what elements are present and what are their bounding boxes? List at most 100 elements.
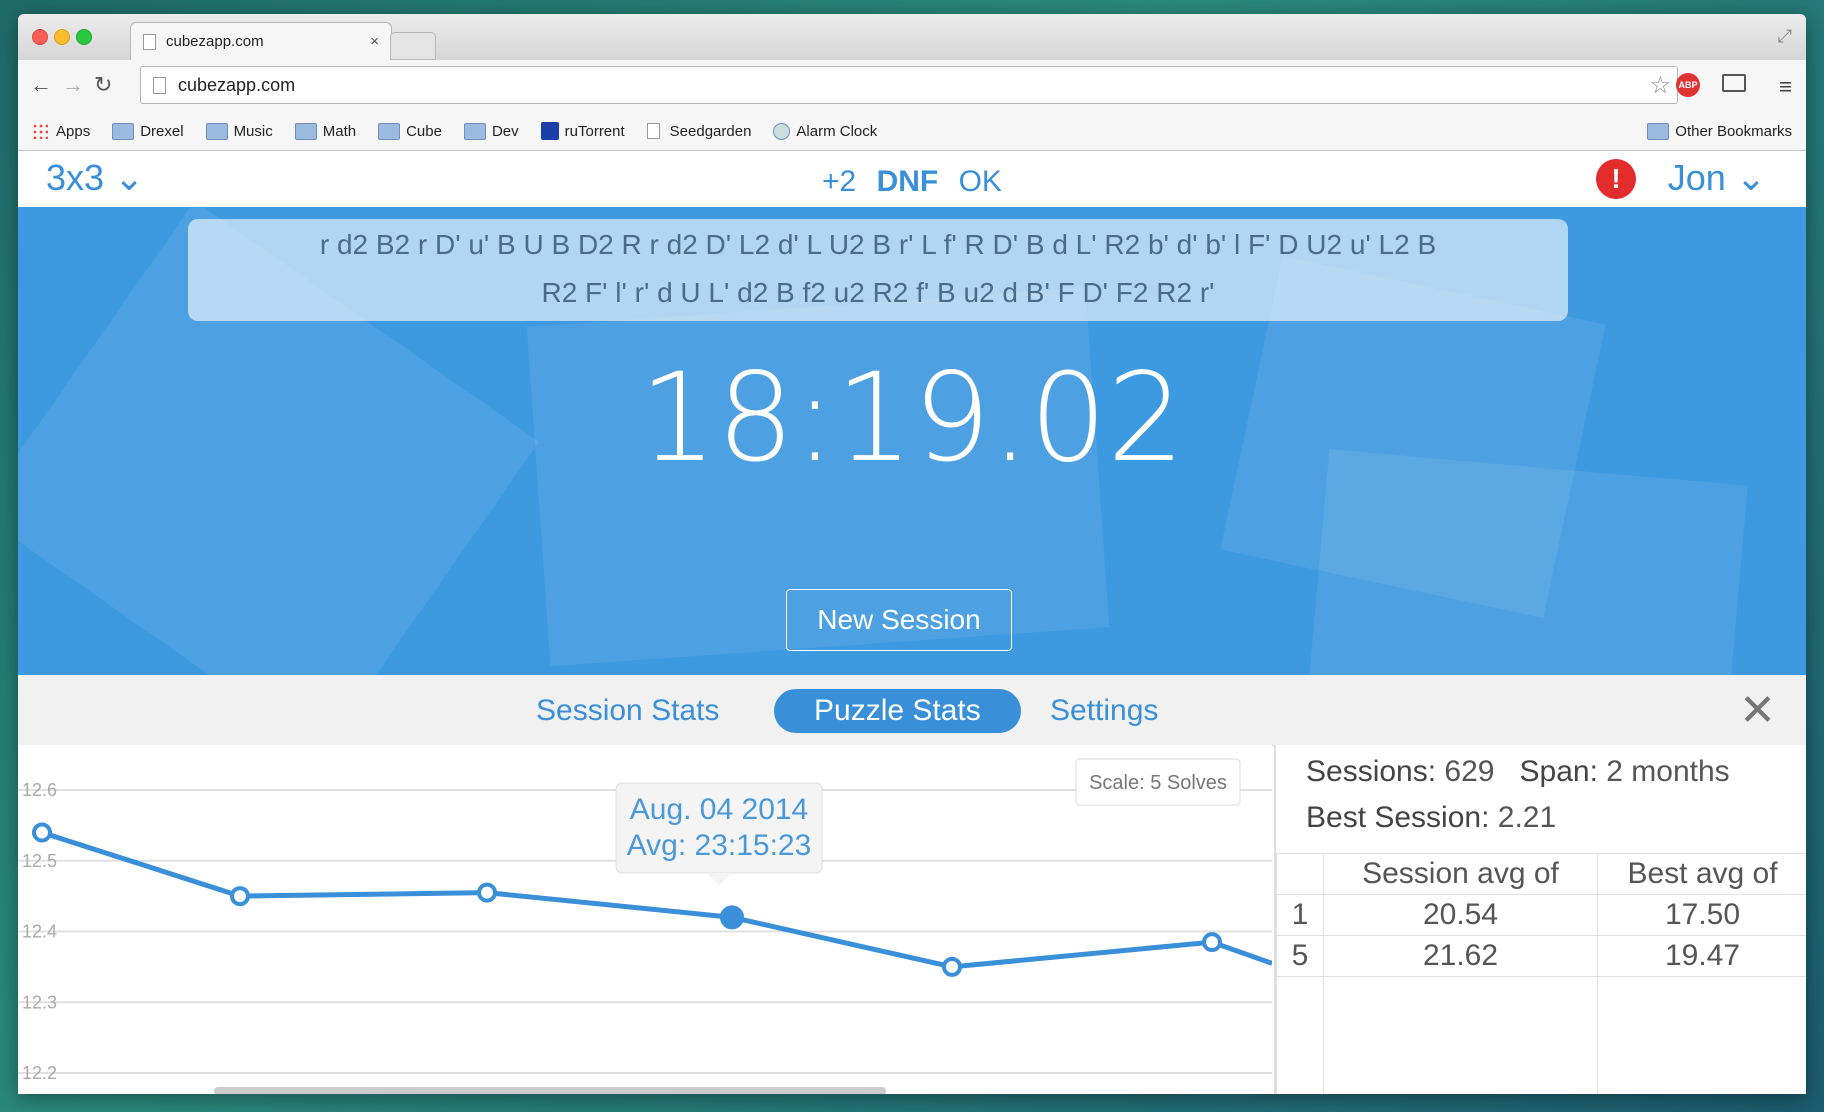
back-icon[interactable]: ←: [30, 72, 52, 98]
plus2-button[interactable]: +2: [822, 165, 856, 198]
tab-title: cubezapp.com: [166, 33, 264, 50]
timer-display: 18:19.02: [639, 347, 1185, 489]
bookmark-drexel[interactable]: Drexel: [112, 122, 184, 140]
bookmark-label: Apps: [56, 122, 91, 140]
stats-summary: Sessions: 629 Span: 2 months Best Sessio…: [1274, 745, 1806, 1094]
maximize-window-button[interactable]: [76, 29, 92, 45]
app-header: 3x3 ⌄ +2 DNF OK ! Jon ⌄: [18, 151, 1806, 207]
penalty-controls: +2 DNF OK: [18, 165, 1806, 199]
best-session-label: Best Session:: [1306, 801, 1490, 834]
tooltip-date: Aug. 04 2014: [630, 793, 809, 826]
scramble-line: r d2 B2 r D' u' B U B D2 R r d2 D' L2 d'…: [319, 229, 1437, 260]
close-icon[interactable]: ✕: [1739, 685, 1776, 736]
rutorrent-icon: [540, 122, 559, 140]
bookmark-cube[interactable]: Cube: [378, 122, 442, 140]
folder-icon: [112, 122, 135, 140]
star-icon[interactable]: ☆: [1649, 71, 1671, 100]
apps-icon: [32, 123, 48, 139]
tab-session-stats[interactable]: Session Stats: [536, 689, 719, 733]
bookmark-label: Cube: [406, 122, 442, 140]
table-cell: 20.54: [1322, 894, 1599, 936]
user-menu[interactable]: Jon ⌄: [1668, 157, 1766, 199]
puzzle-stats-graph[interactable]: 12.6 12.5 12.4 12.3 12.2 Aug. 04 2014 Avg: 23:…: [18, 745, 1273, 1094]
sessions-value: 629: [1444, 755, 1495, 788]
table-cell: 5: [1276, 935, 1324, 977]
alert-icon[interactable]: !: [1596, 159, 1636, 199]
bookmark-label: Alarm Clock: [796, 122, 878, 140]
timer-area[interactable]: r d2 B2 r D' u' B U B D2 R r d2 D' L2 d'…: [18, 207, 1806, 675]
cubezapp-app: 3x3 ⌄ +2 DNF OK ! Jon ⌄ r d2 B2 r D' u' …: [18, 151, 1806, 1094]
scramble-line: R2 F' l' r' d U L' d2 B f2 u2 R2 f' B u2…: [541, 277, 1215, 308]
table-header: [1276, 853, 1324, 895]
ok-button[interactable]: OK: [959, 165, 1002, 198]
y-tick-label: 12.4: [22, 922, 57, 942]
tab-close-icon[interactable]: ×: [370, 33, 379, 50]
table-cell: [1597, 976, 1806, 1094]
menu-icon[interactable]: ≡: [1779, 74, 1792, 100]
forward-icon[interactable]: →: [62, 72, 84, 98]
data-point[interactable]: [720, 905, 744, 930]
title-bar: cubezapp.com × ⤢: [18, 14, 1806, 60]
bookmark-math[interactable]: Math: [294, 122, 357, 140]
new-tab-button[interactable]: [390, 32, 436, 60]
data-point[interactable]: [1202, 932, 1222, 953]
folder-icon: [205, 122, 228, 140]
browser-tab[interactable]: cubezapp.com ×: [130, 22, 392, 60]
bookmark-label: Other Bookmarks: [1675, 122, 1792, 140]
span-value: 2 months: [1606, 755, 1730, 788]
bookmark-alarm-clock[interactable]: Alarm Clock: [773, 122, 878, 140]
table-cell: [1276, 976, 1324, 1094]
bookmark-label: Math: [322, 122, 357, 140]
data-point[interactable]: [230, 886, 250, 907]
other-bookmarks[interactable]: Other Bookmarks: [1647, 122, 1792, 140]
summary-line: Best Session: 2.21: [1306, 801, 1556, 835]
tab-puzzle-stats[interactable]: Puzzle Stats: [774, 689, 1021, 733]
bookmark-apps[interactable]: Apps: [32, 123, 90, 140]
cast-icon[interactable]: [1722, 74, 1746, 92]
table-header: Session avg of: [1322, 853, 1599, 895]
dnf-button[interactable]: DNF: [877, 165, 939, 198]
data-point[interactable]: [32, 822, 52, 843]
browser-toolbar: ← → ↻ cubezapp.com ☆ ABP ≡: [18, 60, 1806, 112]
data-point[interactable]: [477, 882, 497, 903]
data-point[interactable]: [942, 956, 962, 977]
table-header-row: Session avg of Best avg of: [1276, 853, 1806, 895]
reload-icon[interactable]: ↻: [94, 72, 112, 98]
y-tick-label: 12.3: [22, 992, 57, 1012]
bookmark-music[interactable]: Music: [205, 122, 273, 140]
bookmark-dev[interactable]: Dev: [463, 122, 519, 140]
new-session-button[interactable]: New Session: [786, 589, 1012, 651]
address-bar[interactable]: cubezapp.com ☆: [140, 66, 1678, 104]
table-row: [1276, 976, 1806, 1094]
table-cell: [1322, 976, 1599, 1094]
summary-line: Sessions: 629 Span: 2 months: [1306, 755, 1730, 789]
line-chart[interactable]: 12.6 12.5 12.4 12.3 12.2 Aug. 04 2014Avg: 23:…: [18, 745, 1273, 1094]
bookmark-seedgarden[interactable]: Seedgarden: [646, 122, 752, 140]
folder-icon: [294, 122, 317, 140]
folder-icon: [1647, 122, 1670, 140]
table-row: 5 21.62 19.47: [1276, 935, 1806, 977]
url-text[interactable]: cubezapp.com: [178, 75, 1649, 96]
bookmark-label: Music: [233, 122, 273, 140]
graph-scrollbar[interactable]: [214, 1087, 886, 1094]
page-icon: [646, 123, 660, 139]
bookmarks-bar: Apps Drexel Music Math Cube Dev ruTorren…: [18, 112, 1806, 151]
folder-icon: [378, 122, 401, 140]
fullscreen-icon[interactable]: ⤢: [1778, 26, 1792, 47]
bookmark-rutorrent[interactable]: ruTorrent: [540, 122, 625, 140]
browser-window: cubezapp.com × ⤢ ← → ↻ cubezapp.com ☆ AB…: [18, 14, 1806, 1094]
span-label: Span:: [1519, 755, 1598, 788]
table-row: 1 20.54 17.50: [1276, 894, 1806, 936]
bookmark-label: Drexel: [140, 122, 184, 140]
bookmark-label: Seedgarden: [669, 122, 752, 140]
adblock-icon[interactable]: ABP: [1676, 73, 1700, 97]
scramble-text: r d2 B2 r D' u' B U B D2 R r d2 D' L2 d'…: [188, 219, 1568, 321]
minimize-window-button[interactable]: [54, 29, 70, 45]
sessions-label: Sessions:: [1306, 755, 1437, 788]
scale-label: Scale: 5 Solves: [1089, 772, 1227, 794]
close-window-button[interactable]: [32, 29, 48, 45]
tab-settings[interactable]: Settings: [1050, 689, 1158, 733]
table-cell: 17.50: [1597, 894, 1806, 936]
tooltip-pointer: [706, 873, 732, 885]
stats-tabs: Session Stats Puzzle Stats Settings ✕: [18, 675, 1806, 746]
